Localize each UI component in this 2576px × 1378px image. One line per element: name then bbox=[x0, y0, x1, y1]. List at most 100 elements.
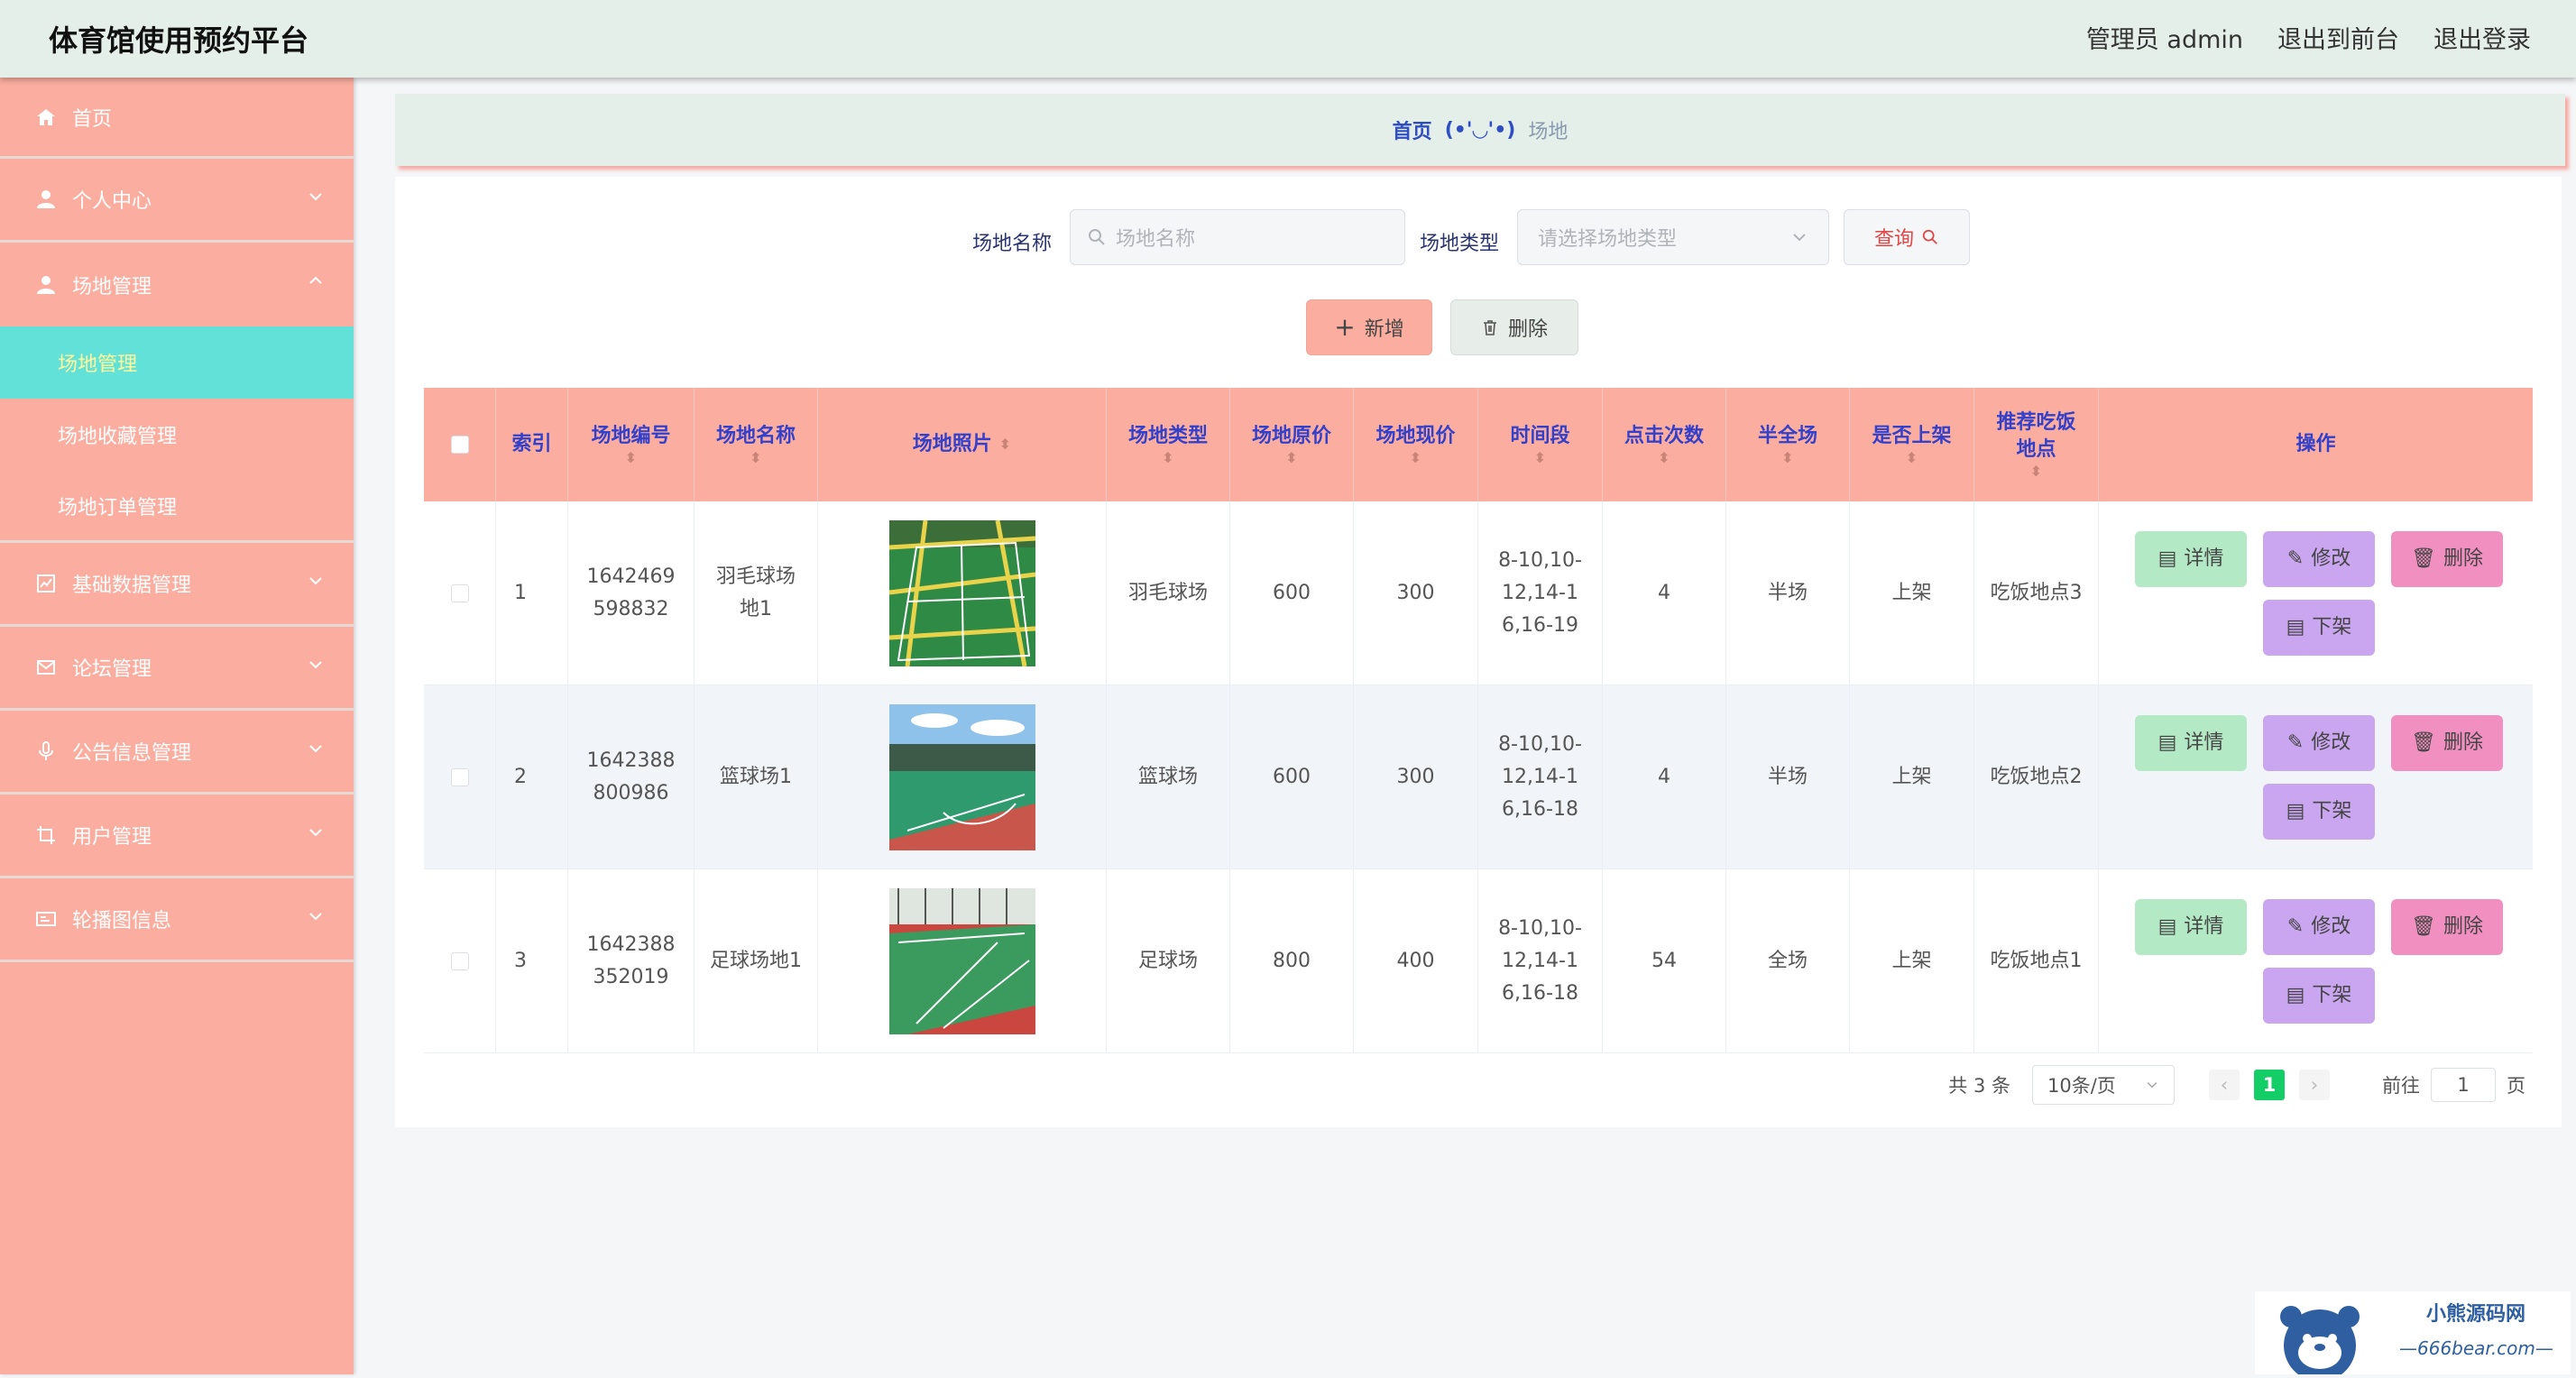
edit-button[interactable]: ✎ 修改 bbox=[2263, 530, 2375, 587]
header-clicks[interactable]: 点击次数 ⬍ bbox=[1603, 388, 1726, 501]
detail-button[interactable]: ▤ 详情 bbox=[2135, 530, 2247, 587]
pencil-icon: ✎ bbox=[2286, 914, 2305, 938]
header-code[interactable]: 场地编号 ⬍ bbox=[568, 388, 695, 501]
sort-icon: ⬍ bbox=[1781, 449, 1794, 466]
next-page-button[interactable]: › bbox=[2299, 1070, 2330, 1100]
cell-type: 篮球场 bbox=[1107, 685, 1230, 868]
select-all-checkbox[interactable] bbox=[450, 436, 469, 454]
delete-button[interactable]: 🗑 删除 bbox=[2391, 898, 2503, 955]
watermark-logo: 小熊源码网 —666bear.com— bbox=[2255, 1291, 2571, 1378]
submenu-venue-orders[interactable]: 场地订单管理 bbox=[0, 471, 354, 543]
header-half[interactable]: 半全场 ⬍ bbox=[1726, 388, 1850, 501]
sidebar-item-forum[interactable]: 论坛管理 bbox=[0, 627, 354, 711]
pencil-icon: ✎ bbox=[2286, 547, 2305, 570]
pencil-icon: ✎ bbox=[2286, 730, 2305, 754]
offshelf-button[interactable]: ▤ 下架 bbox=[2263, 783, 2375, 840]
page-size-select[interactable]: 10条/页 bbox=[2032, 1065, 2175, 1105]
cell-type: 足球场 bbox=[1107, 869, 1230, 1052]
add-button[interactable]: + 新增 bbox=[1306, 299, 1432, 355]
sidebar-item-venue-management[interactable]: 场地管理 bbox=[0, 243, 354, 326]
sidebar-item-notices[interactable]: 公告信息管理 bbox=[0, 711, 354, 795]
offshelf-button[interactable]: ▤ 下架 bbox=[2263, 967, 2375, 1024]
detail-button[interactable]: ▤ 详情 bbox=[2135, 714, 2247, 771]
header-cur-price[interactable]: 场地现价 ⬍ bbox=[1354, 388, 1478, 501]
cell-listed: 上架 bbox=[1850, 869, 1974, 1052]
row-checkbox[interactable] bbox=[450, 767, 469, 786]
chevron-down-icon bbox=[309, 745, 322, 753]
svg-text:小熊源码网: 小熊源码网 bbox=[2426, 1302, 2525, 1326]
logout-link[interactable]: 退出登录 bbox=[2433, 20, 2531, 55]
header-food-label: 推荐吃饭地点 bbox=[1996, 411, 2076, 461]
breadcrumb-home[interactable]: 首页 bbox=[1393, 115, 1432, 144]
header-clicks-label: 点击次数 bbox=[1624, 425, 1704, 447]
submenu-venue-favorites[interactable]: 场地收藏管理 bbox=[0, 399, 354, 471]
breadcrumb-current: 场地 bbox=[1528, 121, 1569, 143]
table-header: 索引 场地编号 ⬍ 场地名称 ⬍ 场地照片 ⬍ 场地类型 ⬍ 场地原价 ⬍ 场地现价 ⬍ 时… bbox=[424, 388, 2533, 501]
trash-icon: 🗑 bbox=[2411, 914, 2436, 938]
basketball-court-image[interactable] bbox=[888, 703, 1035, 850]
venue-name-input[interactable]: 场地名称 bbox=[1070, 209, 1405, 265]
edit-button[interactable]: ✎ 修改 bbox=[2263, 714, 2375, 771]
sidebar-item-label: 用户管理 bbox=[72, 826, 152, 849]
header-listed[interactable]: 是否上架 ⬍ bbox=[1850, 388, 1974, 501]
chevron-down-icon bbox=[309, 913, 322, 921]
document-icon: ▤ bbox=[2286, 983, 2305, 1006]
admin-user-label[interactable]: 管理员 admin bbox=[2086, 20, 2243, 55]
header-photo[interactable]: 场地照片 ⬍ bbox=[818, 388, 1107, 501]
sort-icon: ⬍ bbox=[998, 436, 1012, 453]
venue-type-placeholder: 请选择场地类型 bbox=[1538, 228, 1678, 251]
offshelf-label: 下架 bbox=[2312, 799, 2352, 822]
cell-index: 2 bbox=[496, 685, 568, 868]
prev-page-button[interactable]: ‹ bbox=[2209, 1070, 2240, 1100]
breadcrumb-separator: (•'◡'•) bbox=[1444, 118, 1516, 142]
venue-name-placeholder: 场地名称 bbox=[1116, 228, 1196, 251]
chevron-right-icon: › bbox=[2310, 1074, 2319, 1096]
row-checkbox-cell bbox=[424, 869, 496, 1052]
header-orig-price-label: 场地原价 bbox=[1251, 425, 1331, 447]
delete-button[interactable]: 🗑 删除 bbox=[2391, 714, 2503, 771]
badminton-court-image[interactable] bbox=[888, 519, 1035, 666]
sidebar-item-carousel[interactable]: 轮播图信息 bbox=[0, 878, 354, 962]
header-food[interactable]: 推荐吃饭地点 ⬍ bbox=[1974, 388, 2099, 501]
sidebar-item-home[interactable]: 首页 bbox=[0, 78, 354, 159]
header-name-label: 场地名称 bbox=[715, 425, 796, 447]
header-ops: 操作 bbox=[2295, 433, 2336, 455]
cell-cur-price: 300 bbox=[1354, 501, 1478, 684]
sidebar-item-users[interactable]: 用户管理 bbox=[0, 795, 354, 878]
sidebar-item-personal-center[interactable]: 个人中心 bbox=[0, 159, 354, 243]
header-type[interactable]: 场地类型 ⬍ bbox=[1107, 388, 1230, 501]
cell-type: 羽毛球场 bbox=[1107, 501, 1230, 684]
plus-icon: + bbox=[1334, 312, 1356, 342]
delete-button[interactable]: 🗑 删除 bbox=[2391, 530, 2503, 587]
header-name[interactable]: 场地名称 ⬍ bbox=[695, 388, 818, 501]
page-number-current[interactable]: 1 bbox=[2254, 1070, 2285, 1100]
venue-type-select[interactable]: 请选择场地类型 bbox=[1517, 209, 1829, 265]
row-checkbox-cell bbox=[424, 685, 496, 868]
trash-icon bbox=[1483, 320, 1496, 335]
submenu-venue-management[interactable]: 场地管理 bbox=[0, 326, 354, 399]
row-checkbox[interactable] bbox=[450, 583, 469, 602]
offshelf-button[interactable]: ▤ 下架 bbox=[2263, 599, 2375, 656]
sidebar-item-basic-data[interactable]: 基础数据管理 bbox=[0, 543, 354, 627]
edit-label: 修改 bbox=[2311, 914, 2351, 938]
detail-button[interactable]: ▤ 详情 bbox=[2135, 898, 2247, 955]
mic-icon bbox=[34, 740, 58, 763]
cell-ops: ▤ 详情 ✎ 修改 🗑 删除 ▤ 下架 bbox=[2099, 501, 2533, 684]
bulk-delete-button[interactable]: 删除 bbox=[1450, 299, 1578, 355]
row-checkbox[interactable] bbox=[450, 951, 469, 970]
header-half-label: 半全场 bbox=[1757, 425, 1817, 447]
exit-to-front-link[interactable]: 退出到前台 bbox=[2277, 20, 2399, 55]
cell-clicks: 4 bbox=[1603, 501, 1726, 684]
goto-page-input[interactable]: 1 bbox=[2431, 1068, 2496, 1102]
query-button-label: 查询 bbox=[1873, 228, 1914, 251]
header-orig-price[interactable]: 场地原价 ⬍ bbox=[1230, 388, 1354, 501]
cell-ops: ▤ 详情 ✎ 修改 🗑 删除 ▤ 下架 bbox=[2099, 685, 2533, 868]
football-court-image[interactable] bbox=[888, 887, 1035, 1034]
query-button[interactable]: 查询 bbox=[1844, 209, 1970, 265]
edit-button[interactable]: ✎ 修改 bbox=[2263, 898, 2375, 955]
header-listed-label: 是否上架 bbox=[1872, 425, 1952, 447]
detail-label: 详情 bbox=[2184, 547, 2224, 570]
header-time[interactable]: 时间段 ⬍ bbox=[1478, 388, 1603, 501]
user-icon bbox=[34, 273, 58, 297]
sort-icon: ⬍ bbox=[1285, 449, 1298, 466]
